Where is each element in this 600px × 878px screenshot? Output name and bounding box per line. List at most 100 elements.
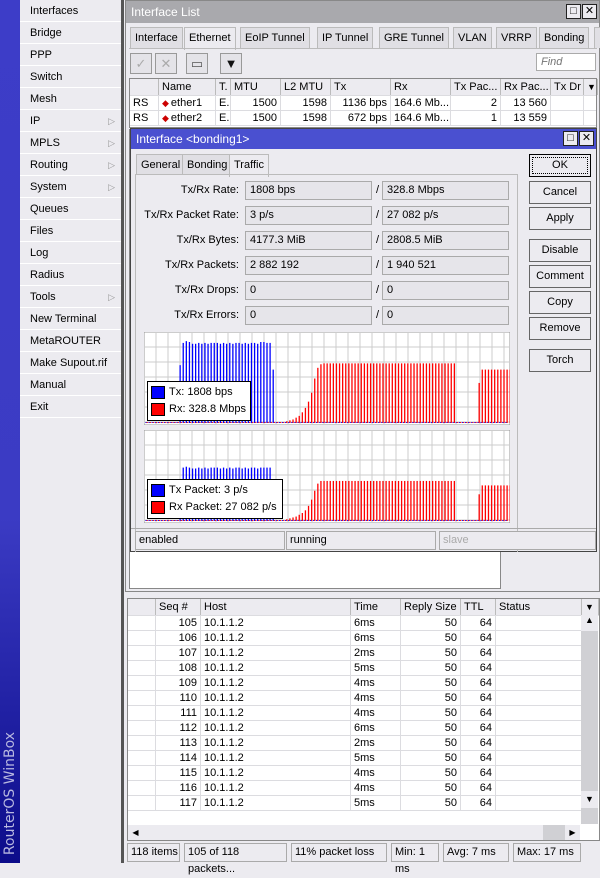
tab-ethernet[interactable]: Ethernet (184, 27, 236, 50)
maximize-button[interactable]: □ (566, 4, 581, 19)
rx-value-field: 0 (382, 281, 509, 300)
ping-row[interactable]: 114 10.1.1.2 5ms 50 64 (128, 751, 582, 766)
table-row[interactable]: RS◆ether2E..15001598672 bps164.6 Mb...11… (130, 111, 596, 126)
menu-item-routing[interactable]: Routing ▷ (20, 154, 121, 176)
column-header[interactable]: L2 MTU (281, 79, 331, 95)
torch-button[interactable]: Torch (529, 349, 591, 372)
column-header[interactable]: Name (159, 79, 216, 95)
tab-gre-tunnel[interactable]: GRE Tunnel (379, 27, 449, 48)
scroll-down-icon[interactable]: ▼ (581, 791, 598, 808)
column-header[interactable]: Tx (331, 79, 391, 95)
cell-time: 2ms (351, 736, 401, 750)
tx-value-field: 0 (245, 281, 372, 300)
ping-row[interactable]: 116 10.1.1.2 4ms 50 64 (128, 781, 582, 796)
ping-row[interactable]: 108 10.1.1.2 5ms 50 64 (128, 661, 582, 676)
tab-vlan[interactable]: VLAN (453, 27, 492, 48)
ping-row[interactable]: 106 10.1.1.2 6ms 50 64 (128, 631, 582, 646)
tab-interface[interactable]: Interface (130, 27, 183, 48)
tx-value-field: 0 (245, 306, 372, 325)
table-row[interactable]: RS◆ether1E..150015981136 bps164.6 Mb...2… (130, 96, 596, 111)
column-menu-icon[interactable]: ▼ (582, 599, 599, 615)
horizontal-scrollbar[interactable]: ◀ ▶ (128, 825, 580, 840)
menu-item-new-terminal[interactable]: New Terminal (20, 308, 121, 330)
menu-item-make-supout-rif[interactable]: Make Supout.rif (20, 352, 121, 374)
disable-button[interactable]: ✕ (155, 53, 177, 74)
cell-seq: 114 (156, 751, 201, 765)
column-header[interactable]: Host (201, 599, 351, 615)
scroll-thumb[interactable] (143, 825, 543, 840)
column-header[interactable]: TTL (461, 599, 496, 615)
tx-swatch (151, 385, 165, 399)
menu-item-metarouter[interactable]: MetaROUTER (20, 330, 121, 352)
menu-item-radius[interactable]: Radius (20, 264, 121, 286)
menu-item-mesh[interactable]: Mesh (20, 88, 121, 110)
column-header[interactable]: Seq # (156, 599, 201, 615)
ping-row[interactable]: 112 10.1.1.2 6ms 50 64 (128, 721, 582, 736)
ping-row[interactable]: 110 10.1.1.2 4ms 50 64 (128, 691, 582, 706)
column-header[interactable] (128, 599, 156, 615)
column-header[interactable] (130, 79, 159, 95)
menu-item-interfaces[interactable]: Interfaces (20, 0, 121, 22)
enable-button[interactable]: ✓ (130, 53, 152, 74)
dialog-close-button[interactable]: ✕ (579, 131, 594, 146)
ping-row[interactable]: 115 10.1.1.2 4ms 50 64 (128, 766, 582, 781)
find-input[interactable] (536, 53, 596, 71)
remove-button[interactable]: Remove (529, 317, 591, 340)
comment-button[interactable]: ▭ (186, 53, 208, 74)
close-button[interactable]: ✕ (582, 4, 597, 19)
column-header[interactable]: Rx (391, 79, 451, 95)
menu-item-ip[interactable]: IP ▷ (20, 110, 121, 132)
field-label: Tx/Rx Rate: (180, 184, 239, 196)
ping-row[interactable]: 105 10.1.1.2 6ms 50 64 (128, 616, 582, 631)
comment-button[interactable]: Comment (529, 265, 591, 288)
cancel-button[interactable]: Cancel (529, 181, 591, 204)
cell-blank (128, 646, 156, 660)
tab-bonding[interactable]: Bonding (539, 27, 590, 48)
menu-item-files[interactable]: Files (20, 220, 121, 242)
menu-item-queues[interactable]: Queues (20, 198, 121, 220)
column-header[interactable]: T. (216, 79, 231, 95)
column-header[interactable]: Time (351, 599, 401, 615)
window-title: Interface List (131, 5, 200, 19)
column-header[interactable]: Rx Pac... (501, 79, 551, 95)
menu-item-system[interactable]: System ▷ (20, 176, 121, 198)
tab-ip-tunnel[interactable]: IP Tunnel (317, 27, 374, 48)
menu-item-switch[interactable]: Switch (20, 66, 121, 88)
ping-row[interactable]: 109 10.1.1.2 4ms 50 64 (128, 676, 582, 691)
vertical-scrollbar[interactable]: ▲ ▼ (581, 615, 598, 824)
filter-button[interactable]: ▼ (220, 53, 242, 74)
ping-row[interactable]: 107 10.1.1.2 2ms 50 64 (128, 646, 582, 661)
tab-bonding[interactable]: Bonding (182, 154, 233, 175)
apply-button[interactable]: Apply (529, 207, 591, 230)
menu-item-log[interactable]: Log (20, 242, 121, 264)
column-header[interactable]: Status (496, 599, 582, 615)
copy-button[interactable]: Copy (529, 291, 591, 314)
ping-row[interactable]: 111 10.1.1.2 4ms 50 64 (128, 706, 582, 721)
tab-general[interactable]: General (136, 154, 186, 175)
scroll-up-icon[interactable]: ▲ (581, 615, 598, 631)
scroll-left-icon[interactable]: ◀ (128, 825, 143, 840)
column-header[interactable]: Reply Size (401, 599, 461, 615)
tx-swatch (151, 483, 165, 497)
menu-item-tools[interactable]: Tools ▷ (20, 286, 121, 308)
column-header[interactable]: Tx Pac... (451, 79, 501, 95)
menu-item-label: Radius (30, 269, 65, 281)
dialog-maximize-button[interactable]: □ (563, 131, 578, 146)
tab-eoip-tunnel[interactable]: EoIP Tunnel (240, 27, 310, 48)
tab-vrrp[interactable]: VRRP (496, 27, 537, 48)
column-menu-icon[interactable]: ▼ (584, 79, 598, 95)
menu-item-manual[interactable]: Manual (20, 374, 121, 396)
menu-item-exit[interactable]: Exit (20, 396, 121, 418)
menu-item-bridge[interactable]: Bridge (20, 22, 121, 44)
disable-button[interactable]: Disable (529, 239, 591, 262)
column-header[interactable]: MTU (231, 79, 281, 95)
menu-item-ppp[interactable]: PPP (20, 44, 121, 66)
column-header[interactable]: Tx Dr (551, 79, 584, 95)
scroll-right-icon[interactable]: ▶ (565, 825, 580, 840)
ok-button[interactable]: OK (529, 154, 591, 177)
cell-time: 4ms (351, 766, 401, 780)
tab--[interactable]: ... (594, 27, 600, 48)
ping-row[interactable]: 113 10.1.1.2 2ms 50 64 (128, 736, 582, 751)
menu-item-mpls[interactable]: MPLS ▷ (20, 132, 121, 154)
ping-row[interactable]: 117 10.1.1.2 5ms 50 64 (128, 796, 582, 811)
